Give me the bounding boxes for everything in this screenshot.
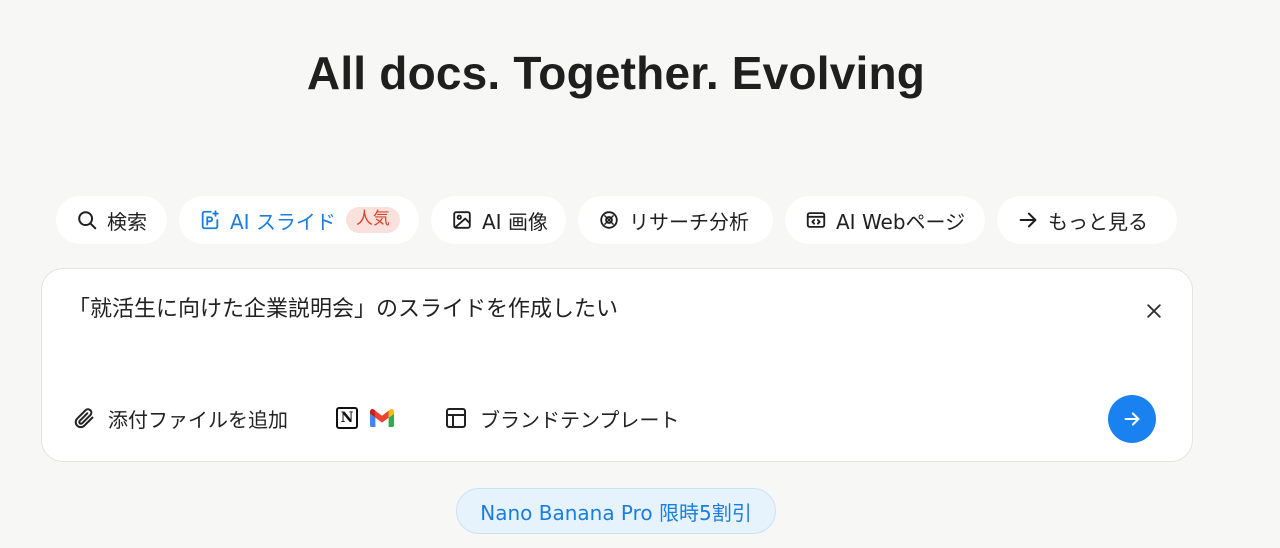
integrations: N	[336, 407, 394, 429]
prompt-box[interactable]: 「就活生に向けた企業説明会」のスライドを作成したい 添付ファイルを追加 N ブラ…	[41, 268, 1193, 462]
clear-button[interactable]	[1142, 299, 1166, 323]
webpage-icon	[805, 209, 827, 231]
tab-search-label: 検索	[107, 209, 147, 234]
promo-banner[interactable]: Nano Banana Pro 限時5割引	[456, 488, 776, 534]
submit-button[interactable]	[1108, 395, 1156, 443]
notion-icon[interactable]: N	[336, 407, 358, 429]
tab-ai-slides-label: AI スライド	[230, 209, 336, 234]
gmail-icon[interactable]	[370, 408, 394, 428]
tab-research-label: リサーチ分析	[629, 209, 749, 234]
slides-icon	[199, 209, 221, 231]
tab-ai-image-label: AI 画像	[482, 209, 548, 234]
paperclip-icon	[72, 406, 96, 430]
tab-search[interactable]: 検索	[56, 196, 167, 244]
prompt-input[interactable]: 「就活生に向けた企業説明会」のスライドを作成したい	[68, 291, 1068, 323]
attach-file-button[interactable]: 添付ファイルを追加	[72, 404, 288, 433]
arrow-right-icon	[1017, 209, 1039, 231]
tab-more[interactable]: もっと見る	[997, 196, 1177, 244]
attach-file-label: 添付ファイルを追加	[108, 407, 288, 432]
brand-template-button[interactable]: ブランドテンプレート	[444, 404, 679, 433]
hero-title: All docs. Together. Evolving	[306, 47, 926, 99]
close-icon	[1147, 304, 1161, 318]
tab-ai-webpage[interactable]: AI Webページ	[785, 196, 985, 244]
page: All docs. Together. Evolving 検索 AI スライド …	[0, 0, 1280, 548]
research-icon	[598, 209, 620, 231]
popular-badge: 人気	[345, 207, 400, 233]
mode-tabs: 検索 AI スライド 人気 AI 画像 リサーチ分析 AI Webページ もっと…	[0, 196, 1280, 244]
tab-ai-slides[interactable]: AI スライド 人気	[179, 196, 419, 244]
search-icon	[76, 209, 98, 231]
image-icon	[451, 209, 473, 231]
tab-ai-webpage-label: AI Webページ	[836, 209, 966, 234]
layout-template-icon	[444, 406, 468, 430]
arrow-right-icon	[1124, 412, 1140, 426]
brand-template-label: ブランドテンプレート	[480, 407, 680, 432]
tab-more-label: もっと見る	[1048, 209, 1148, 234]
tab-research[interactable]: リサーチ分析	[578, 196, 773, 244]
prompt-toolbar: 添付ファイルを追加 N ブランドテンプレート	[72, 403, 679, 433]
tab-ai-image[interactable]: AI 画像	[431, 196, 566, 244]
